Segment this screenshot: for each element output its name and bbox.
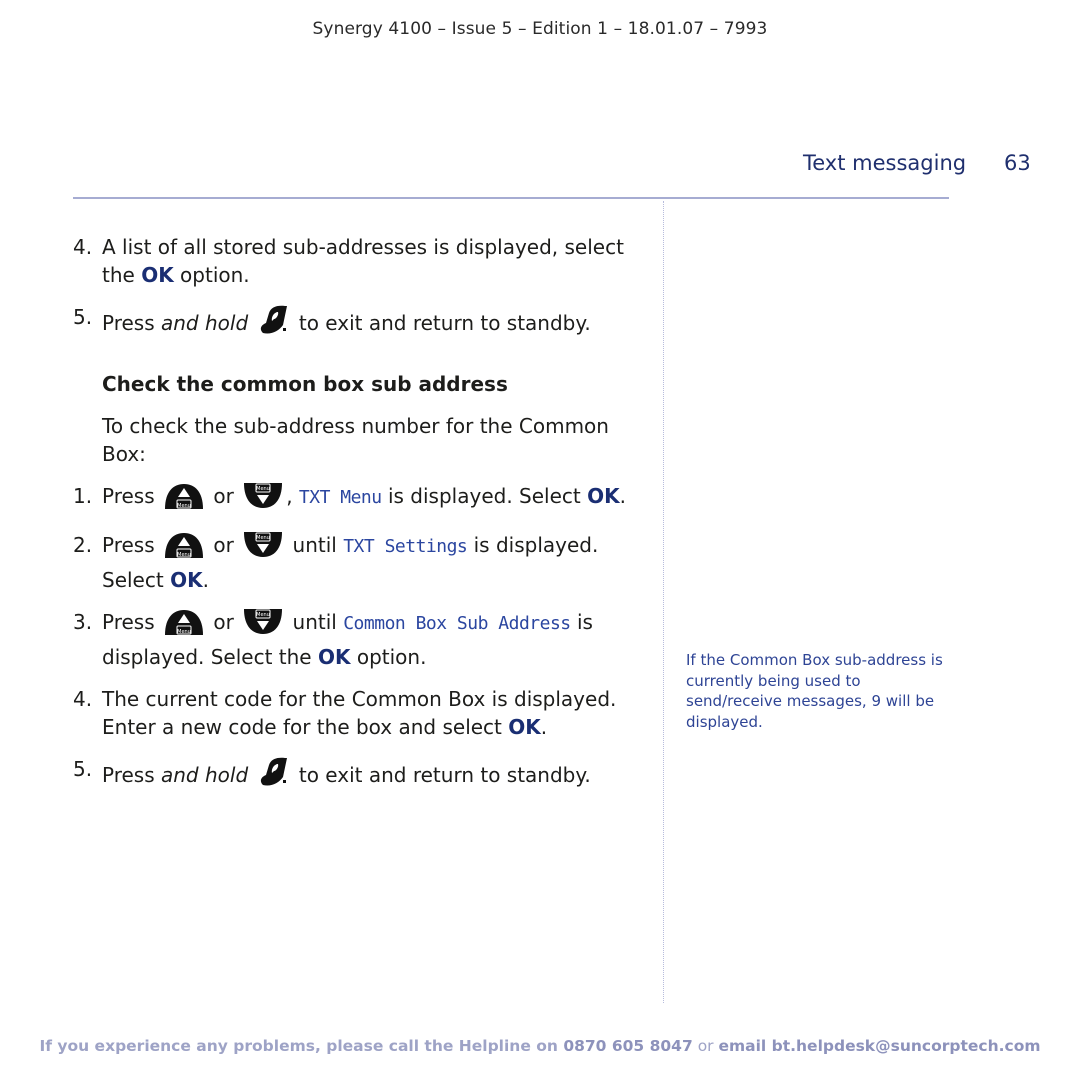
text: . xyxy=(202,568,209,592)
emphasis: and hold xyxy=(161,311,249,335)
ok-label: OK xyxy=(508,715,541,739)
text: , xyxy=(286,484,299,508)
section-intro: To check the sub-address number for the … xyxy=(102,414,609,466)
svg-text:Menu: Menu xyxy=(256,612,270,618)
step-text: Press Menu or Menu, TXT Menu is displaye… xyxy=(102,482,643,517)
step-number: 5. xyxy=(73,757,93,781)
menu-up-key-icon: Menu xyxy=(163,608,205,643)
header-rule xyxy=(73,197,949,199)
text: Press xyxy=(102,610,155,634)
side-note: If the Common Box sub-address is current… xyxy=(686,651,943,731)
step-number: 3. xyxy=(73,610,93,634)
step-text: Press and hold to exit and return to sta… xyxy=(102,755,643,796)
menu-down-key-icon: Menu xyxy=(242,531,284,566)
text: Press xyxy=(102,533,155,557)
lcd-text: TXT Menu xyxy=(298,487,382,508)
main-column: 4. A list of all stored sub-addresses is… xyxy=(73,233,643,810)
text: or xyxy=(213,484,234,508)
text: . xyxy=(540,715,548,739)
step-text: Press and hold to exit and return to sta… xyxy=(102,303,643,344)
step-item: 2. Press Menu or Menu until TXT Settings… xyxy=(73,531,643,594)
ok-label: OK xyxy=(317,645,351,669)
page-number: 63 xyxy=(1004,151,1031,175)
svg-text:Menu: Menu xyxy=(177,552,191,558)
step-number: 5. xyxy=(73,305,93,329)
step-number: 1. xyxy=(73,484,93,508)
step-item: 4. A list of all stored sub-addresses is… xyxy=(73,233,643,289)
ok-label: OK xyxy=(587,484,620,508)
menu-down-key-icon: Menu xyxy=(242,608,284,643)
svg-text:Menu: Menu xyxy=(177,629,191,635)
svg-text:Menu: Menu xyxy=(256,486,270,492)
footer-helpline: If you experience any problems, please c… xyxy=(0,1037,1080,1055)
step-text: Press Menu or Menu until TXT Settings is… xyxy=(102,531,643,594)
svg-text:Menu: Menu xyxy=(177,503,191,509)
footer-text: or xyxy=(692,1037,719,1055)
step-item: 5. Press and hold to exit and return to … xyxy=(73,303,643,344)
column-separator xyxy=(663,201,664,1003)
helpdesk-email: email bt.helpdesk@suncorptech.com xyxy=(718,1037,1041,1055)
lcd-text: TXT Settings xyxy=(343,536,468,557)
end-call-key-icon xyxy=(257,755,291,796)
step-text: The current code for the Common Box is d… xyxy=(102,685,643,741)
footer-text: If you experience any problems, please c… xyxy=(39,1037,564,1055)
ok-label: OK xyxy=(170,568,203,592)
step-text: A list of all stored sub-addresses is di… xyxy=(102,233,643,289)
text: until xyxy=(286,533,344,557)
text: . xyxy=(619,484,626,508)
text: option. xyxy=(350,645,427,669)
text: until xyxy=(286,610,344,634)
step-item: 3. Press Menu or Menu until Common Box S… xyxy=(73,608,643,671)
text: or xyxy=(213,533,234,557)
emphasis: and hold xyxy=(161,763,249,787)
step-number: 4. xyxy=(73,687,93,711)
step-number: 2. xyxy=(73,533,93,557)
helpline-phone: 0870 605 8047 xyxy=(563,1037,693,1055)
step-number: 4. xyxy=(73,235,93,259)
text: Press xyxy=(102,763,161,787)
section-heading: Check the common box sub address xyxy=(102,372,508,396)
step-item: 5. Press and hold to exit and return to … xyxy=(73,755,643,796)
step-text: Press Menu or Menu until Common Box Sub … xyxy=(102,608,643,671)
text: option. xyxy=(173,263,250,287)
text: is displayed. Select xyxy=(381,484,588,508)
end-call-key-icon xyxy=(257,303,291,344)
text: Press xyxy=(102,484,155,508)
ok-label: OK xyxy=(141,263,174,287)
section-title: Text messaging xyxy=(803,151,967,175)
step-item: 1. Press Menu or Menu, TXT Menu is displ… xyxy=(73,482,643,517)
menu-down-key-icon: Menu xyxy=(242,482,284,517)
svg-text:Menu: Menu xyxy=(256,535,270,541)
menu-up-key-icon: Menu xyxy=(163,531,205,566)
lcd-text: Common Box Sub Address xyxy=(343,613,571,634)
text: to exit and return to standby. xyxy=(292,763,591,787)
text: Press xyxy=(102,311,161,335)
document-meta: Synergy 4100 – Issue 5 – Edition 1 – 18.… xyxy=(312,19,768,39)
text: to exit and return to standby. xyxy=(292,311,591,335)
text: or xyxy=(213,610,234,634)
menu-up-key-icon: Menu xyxy=(163,482,205,517)
step-item: 4. The current code for the Common Box i… xyxy=(73,685,643,741)
